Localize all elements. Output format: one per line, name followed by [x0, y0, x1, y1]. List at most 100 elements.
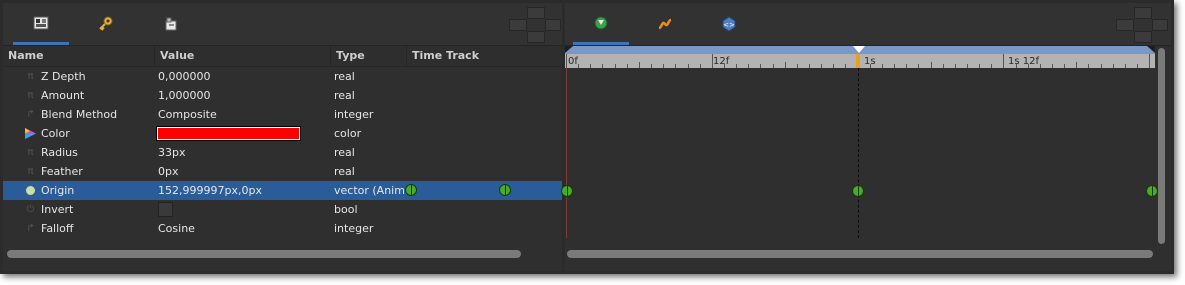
ruler-tick — [869, 64, 871, 68]
timetrack-horizontal-scrollbar[interactable] — [567, 250, 1153, 258]
param-value[interactable]: 152,999997px,0px — [158, 181, 328, 200]
param-name: Feather — [41, 165, 83, 178]
param-type: integer — [334, 108, 374, 121]
column-header-time-track[interactable]: Time Track — [407, 46, 562, 66]
ruler-tick — [699, 64, 701, 68]
timetrack-vertical-scrollbar[interactable] — [1158, 48, 1165, 244]
tab-timetrack[interactable] — [573, 3, 629, 45]
ruler-tick — [687, 64, 689, 68]
param-type: integer — [334, 222, 374, 235]
ruler-tick — [651, 64, 653, 68]
waypoint[interactable] — [405, 184, 417, 196]
params-tabbar — [3, 3, 562, 46]
param-name: Falloff — [41, 222, 74, 235]
params-table-body: π Z Depth 0,000000 real π Amount 1,00000… — [3, 67, 562, 238]
ruler-tick — [833, 64, 835, 68]
color-swatch[interactable] — [156, 126, 301, 141]
timetrack-tabbar: <> — [565, 3, 1171, 46]
panel-drag-handle[interactable] — [1116, 7, 1168, 43]
ruler-tick — [614, 64, 616, 68]
ruler-tick — [736, 64, 738, 68]
invert-checkbox[interactable] — [158, 202, 173, 217]
param-value[interactable]: 0,000000 — [158, 67, 328, 86]
param-name: Origin — [41, 184, 75, 197]
param-value[interactable]: Composite — [158, 105, 328, 124]
current-time-line — [858, 68, 860, 238]
integer-icon: ↱ — [26, 223, 35, 234]
current-time-marker[interactable] — [853, 46, 865, 53]
param-name: Z Depth — [41, 70, 86, 83]
param-name: Amount — [41, 89, 85, 102]
column-header-type[interactable]: Type — [331, 46, 407, 66]
table-row[interactable]: ↱ Falloff Cosine integer — [3, 219, 562, 238]
param-name: Invert — [41, 203, 74, 216]
param-name: Color — [41, 127, 70, 140]
ruler-tick — [1039, 64, 1041, 68]
table-row[interactable]: π Z Depth 0,000000 real — [3, 67, 562, 86]
ruler-tick — [954, 64, 956, 68]
param-name: Blend Method — [41, 108, 118, 121]
waypoint[interactable] — [499, 184, 511, 196]
ruler-tick — [566, 54, 567, 68]
param-value[interactable]: 1,000000 — [158, 86, 328, 105]
ruler-tick — [966, 64, 968, 68]
ruler-tick — [663, 64, 665, 68]
tab-keyframes[interactable] — [78, 3, 134, 45]
library-icon — [165, 17, 177, 31]
table-row[interactable]: π Amount 1,000000 real — [3, 86, 562, 105]
ruler-tick — [723, 64, 725, 68]
ruler-tick — [1076, 62, 1078, 68]
ruler-tick — [1052, 64, 1053, 68]
table-row[interactable]: π Radius 33px real — [3, 143, 562, 162]
ruler-tick — [772, 64, 774, 68]
ruler-tick — [760, 64, 762, 68]
table-row[interactable]: ⏻ Invert bool — [3, 200, 562, 219]
tab-curves[interactable] — [637, 3, 693, 45]
ruler-tick — [1124, 64, 1126, 68]
ruler-tick — [1064, 64, 1066, 68]
waypoint[interactable] — [1146, 185, 1158, 197]
tab-canvas-browser[interactable]: <> — [701, 3, 757, 45]
table-row[interactable]: Color color — [3, 124, 562, 143]
tab-params[interactable] — [13, 3, 69, 45]
ruler-tick — [1027, 64, 1029, 68]
param-value[interactable]: 0px — [158, 162, 328, 181]
ruler-tick — [1100, 64, 1102, 68]
params-table-header: Name Value Type Time Track — [3, 46, 562, 67]
waypoint[interactable] — [561, 185, 573, 197]
time-ruler[interactable]: 0f 12f 1s 1s 12f — [565, 54, 1155, 68]
panel-drag-handle[interactable] — [509, 7, 561, 43]
tab-library[interactable] — [143, 3, 199, 45]
canvas-browser-icon: <> — [722, 16, 736, 32]
column-header-name[interactable]: Name — [3, 46, 155, 66]
integer-icon: ↱ — [26, 109, 35, 120]
waypoint[interactable] — [852, 185, 864, 197]
param-value[interactable]: Cosine — [158, 219, 328, 238]
ruler-tick — [796, 64, 798, 68]
color-icon — [24, 127, 37, 140]
pi-icon: π — [27, 90, 34, 101]
ruler-tick — [638, 62, 640, 68]
params-horizontal-scrollbar[interactable] — [7, 250, 521, 258]
ruler-tick — [845, 64, 847, 68]
table-row[interactable]: π Feather 0px real — [3, 162, 562, 181]
curves-icon — [658, 18, 672, 30]
param-value[interactable]: 33px — [158, 143, 328, 162]
start-time-line — [566, 68, 567, 238]
ruler-label-1s12f: 1s 12f — [1008, 56, 1039, 67]
table-row[interactable]: ↱ Blend Method Composite integer — [3, 105, 562, 124]
ruler-tick — [590, 64, 592, 68]
ruler-tick — [626, 64, 628, 68]
column-header-value[interactable]: Value — [155, 46, 331, 66]
pi-icon: π — [27, 166, 34, 177]
params-panel: Name Value Type Time Track π Z Depth 0,0… — [3, 3, 562, 271]
window-frame: Name Value Type Time Track π Z Depth 0,0… — [0, 0, 1174, 274]
pi-icon: π — [27, 147, 34, 158]
ruler-tick — [918, 64, 920, 68]
ruler-tick — [881, 64, 883, 68]
param-name: Radius — [41, 146, 78, 159]
table-row-selected[interactable]: Origin 152,999997px,0px vector (Animated… — [3, 181, 562, 200]
ruler-tick — [1137, 64, 1139, 68]
pi-icon: π — [27, 71, 34, 82]
param-type: color — [334, 127, 362, 140]
